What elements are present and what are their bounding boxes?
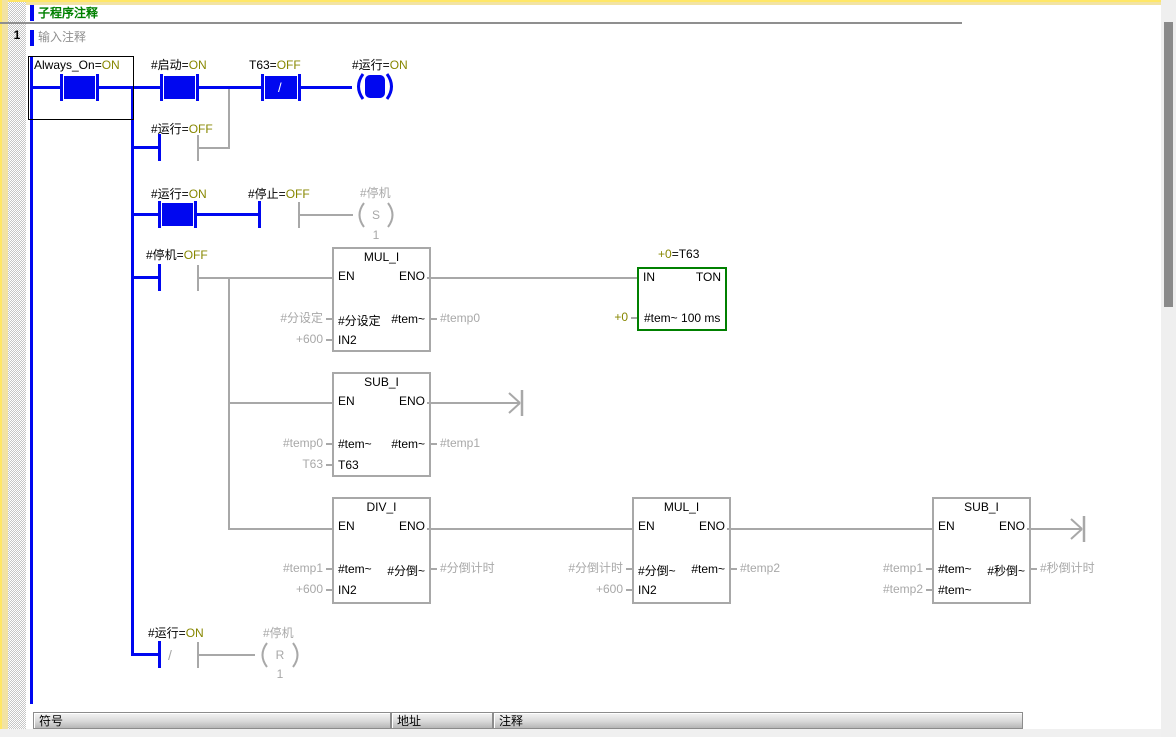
- table-header-comment[interactable]: 注释: [493, 712, 1023, 729]
- coil-reset[interactable]: R: [255, 642, 305, 668]
- wire: [727, 528, 932, 530]
- wire: [230, 402, 332, 404]
- wire: [427, 402, 502, 404]
- network-comment[interactable]: 输入注释: [38, 31, 86, 44]
- wire: [427, 277, 637, 279]
- operand-in1: #temp0: [283, 437, 323, 450]
- wire: [300, 214, 353, 216]
- operand-in2: +600: [296, 333, 323, 346]
- wire: [199, 86, 261, 89]
- operand-in1: #temp1: [883, 562, 923, 575]
- coil-parens: [352, 73, 398, 100]
- operand-out: #temp0: [440, 312, 480, 325]
- operand-in2: +600: [596, 583, 623, 596]
- title-separator: [0, 22, 962, 24]
- table-header-symbol[interactable]: 符号: [33, 712, 391, 729]
- wire: [228, 89, 230, 149]
- selection-cursor[interactable]: [28, 56, 134, 120]
- operand-in2: +600: [296, 583, 323, 596]
- box-ton[interactable]: IN TON #tem~ 100 ms +0: [637, 267, 727, 331]
- wire: [133, 213, 158, 216]
- ladder-editor: 子程序注释 1 输入注释 Always_On=ON #启动=ON T63=OFF…: [0, 0, 1176, 737]
- coil-set-label: #停机: [360, 187, 391, 200]
- wire: [199, 277, 332, 279]
- operand-in2: T63: [302, 458, 323, 471]
- branch-junction-rail: [131, 86, 134, 656]
- contact-run-on-label: #运行=ON: [151, 188, 207, 201]
- operand-in1: #temp1: [283, 562, 323, 575]
- box-div1[interactable]: DIV_I EN ENO #tem~ #分倒~ IN2 #temp1 #分倒计时…: [332, 497, 431, 604]
- branch-open-arrow: [1064, 515, 1090, 543]
- box-mul1[interactable]: MUL_I EN ENO #分设定 #tem~ IN2 #分设定 #temp0 …: [332, 247, 431, 352]
- operand-in1: #分倒计时: [568, 562, 623, 575]
- window-edge-top-inner: [0, 2, 1161, 5]
- contact-shutdown-label: #停机=OFF: [146, 249, 208, 262]
- branch-open-arrow: [502, 389, 528, 417]
- timer-current-label: +0=T63: [658, 248, 699, 261]
- box-sub2[interactable]: SUB_I EN ENO #tem~ #秒倒~ #tem~ #temp1 #秒倒…: [932, 497, 1031, 604]
- coil-reset-label: #停机: [263, 627, 294, 640]
- network-number: 1: [8, 29, 26, 42]
- operand-pt: +0: [614, 311, 628, 324]
- operand-out: #分倒计时: [440, 562, 495, 575]
- wire: [133, 653, 158, 656]
- coil-reset-operand: 1: [255, 668, 305, 681]
- contact-start-label: #启动=ON: [151, 59, 207, 72]
- table-body-strip: [0, 729, 1176, 737]
- wire: [1027, 528, 1064, 530]
- network-comment-marker: [30, 30, 34, 46]
- wire: [133, 146, 158, 149]
- wire: [427, 528, 632, 530]
- operand-out: #秒倒计时: [1040, 562, 1095, 575]
- operand-in2: #temp2: [883, 583, 923, 596]
- coil-run-label: #运行=ON: [352, 59, 408, 72]
- vertical-scrollbar-thumb[interactable]: [1164, 22, 1173, 307]
- operand-out: #temp1: [440, 437, 480, 450]
- title-marker: [30, 5, 34, 21]
- contact-t63-label: T63=OFF: [249, 59, 301, 72]
- wire: [133, 276, 158, 279]
- wire: [301, 86, 352, 89]
- box-sub1[interactable]: SUB_I EN ENO #tem~ #tem~ T63 #temp0 #tem…: [332, 372, 431, 477]
- table-header-address[interactable]: 地址: [391, 712, 493, 729]
- wire: [199, 654, 255, 656]
- operand-in1: #分设定: [280, 312, 323, 325]
- wire: [230, 528, 332, 530]
- contact-stop-label: #停止=OFF: [248, 188, 310, 201]
- box-mul2[interactable]: MUL_I EN ENO #分倒~ #tem~ IN2 #分倒计时 #temp2…: [632, 497, 731, 604]
- coil-run[interactable]: [352, 73, 398, 100]
- subroutine-comment-title[interactable]: 子程序注释: [38, 7, 98, 20]
- network-margin: [8, 2, 26, 729]
- coil-set-operand: 1: [353, 229, 399, 242]
- left-power-rail: [30, 56, 33, 704]
- operand-out: #temp2: [740, 562, 780, 575]
- wire: [134, 86, 160, 89]
- wire: [197, 213, 258, 216]
- wire: [199, 147, 230, 149]
- contact-run-reset-label: #运行=ON: [148, 627, 204, 640]
- coil-set[interactable]: S: [353, 202, 399, 228]
